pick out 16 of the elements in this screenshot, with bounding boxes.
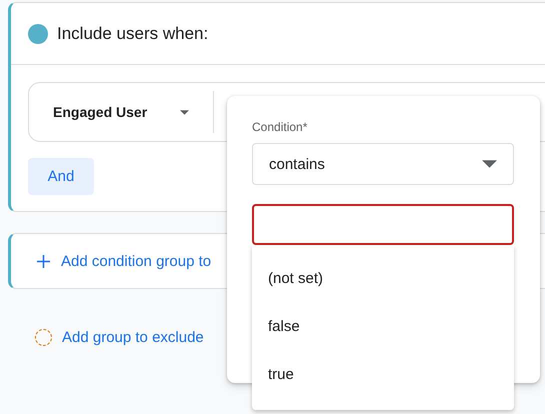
condition-label: Condition* [252,120,308,134]
and-button[interactable]: And [28,158,94,195]
caret-icon [180,110,190,114]
dimension-dropdown[interactable]: Engaged User [29,92,190,132]
value-input-field[interactable] [252,204,514,245]
add-condition-group-link[interactable]: Add condition group to [37,252,212,270]
caret-icon [482,160,497,168]
option-item[interactable]: (not set) [252,255,514,303]
option-item[interactable]: false [252,303,514,351]
group-indicator-icon [28,24,48,44]
group-title: Include users when: [57,24,208,44]
add-exclude-group-link[interactable]: Add group to exclude [35,329,204,346]
dashed-circle-icon [35,329,52,346]
option-item[interactable]: true [252,351,514,399]
plus-icon [37,254,50,268]
condition-dropdown[interactable]: contains [252,143,514,185]
